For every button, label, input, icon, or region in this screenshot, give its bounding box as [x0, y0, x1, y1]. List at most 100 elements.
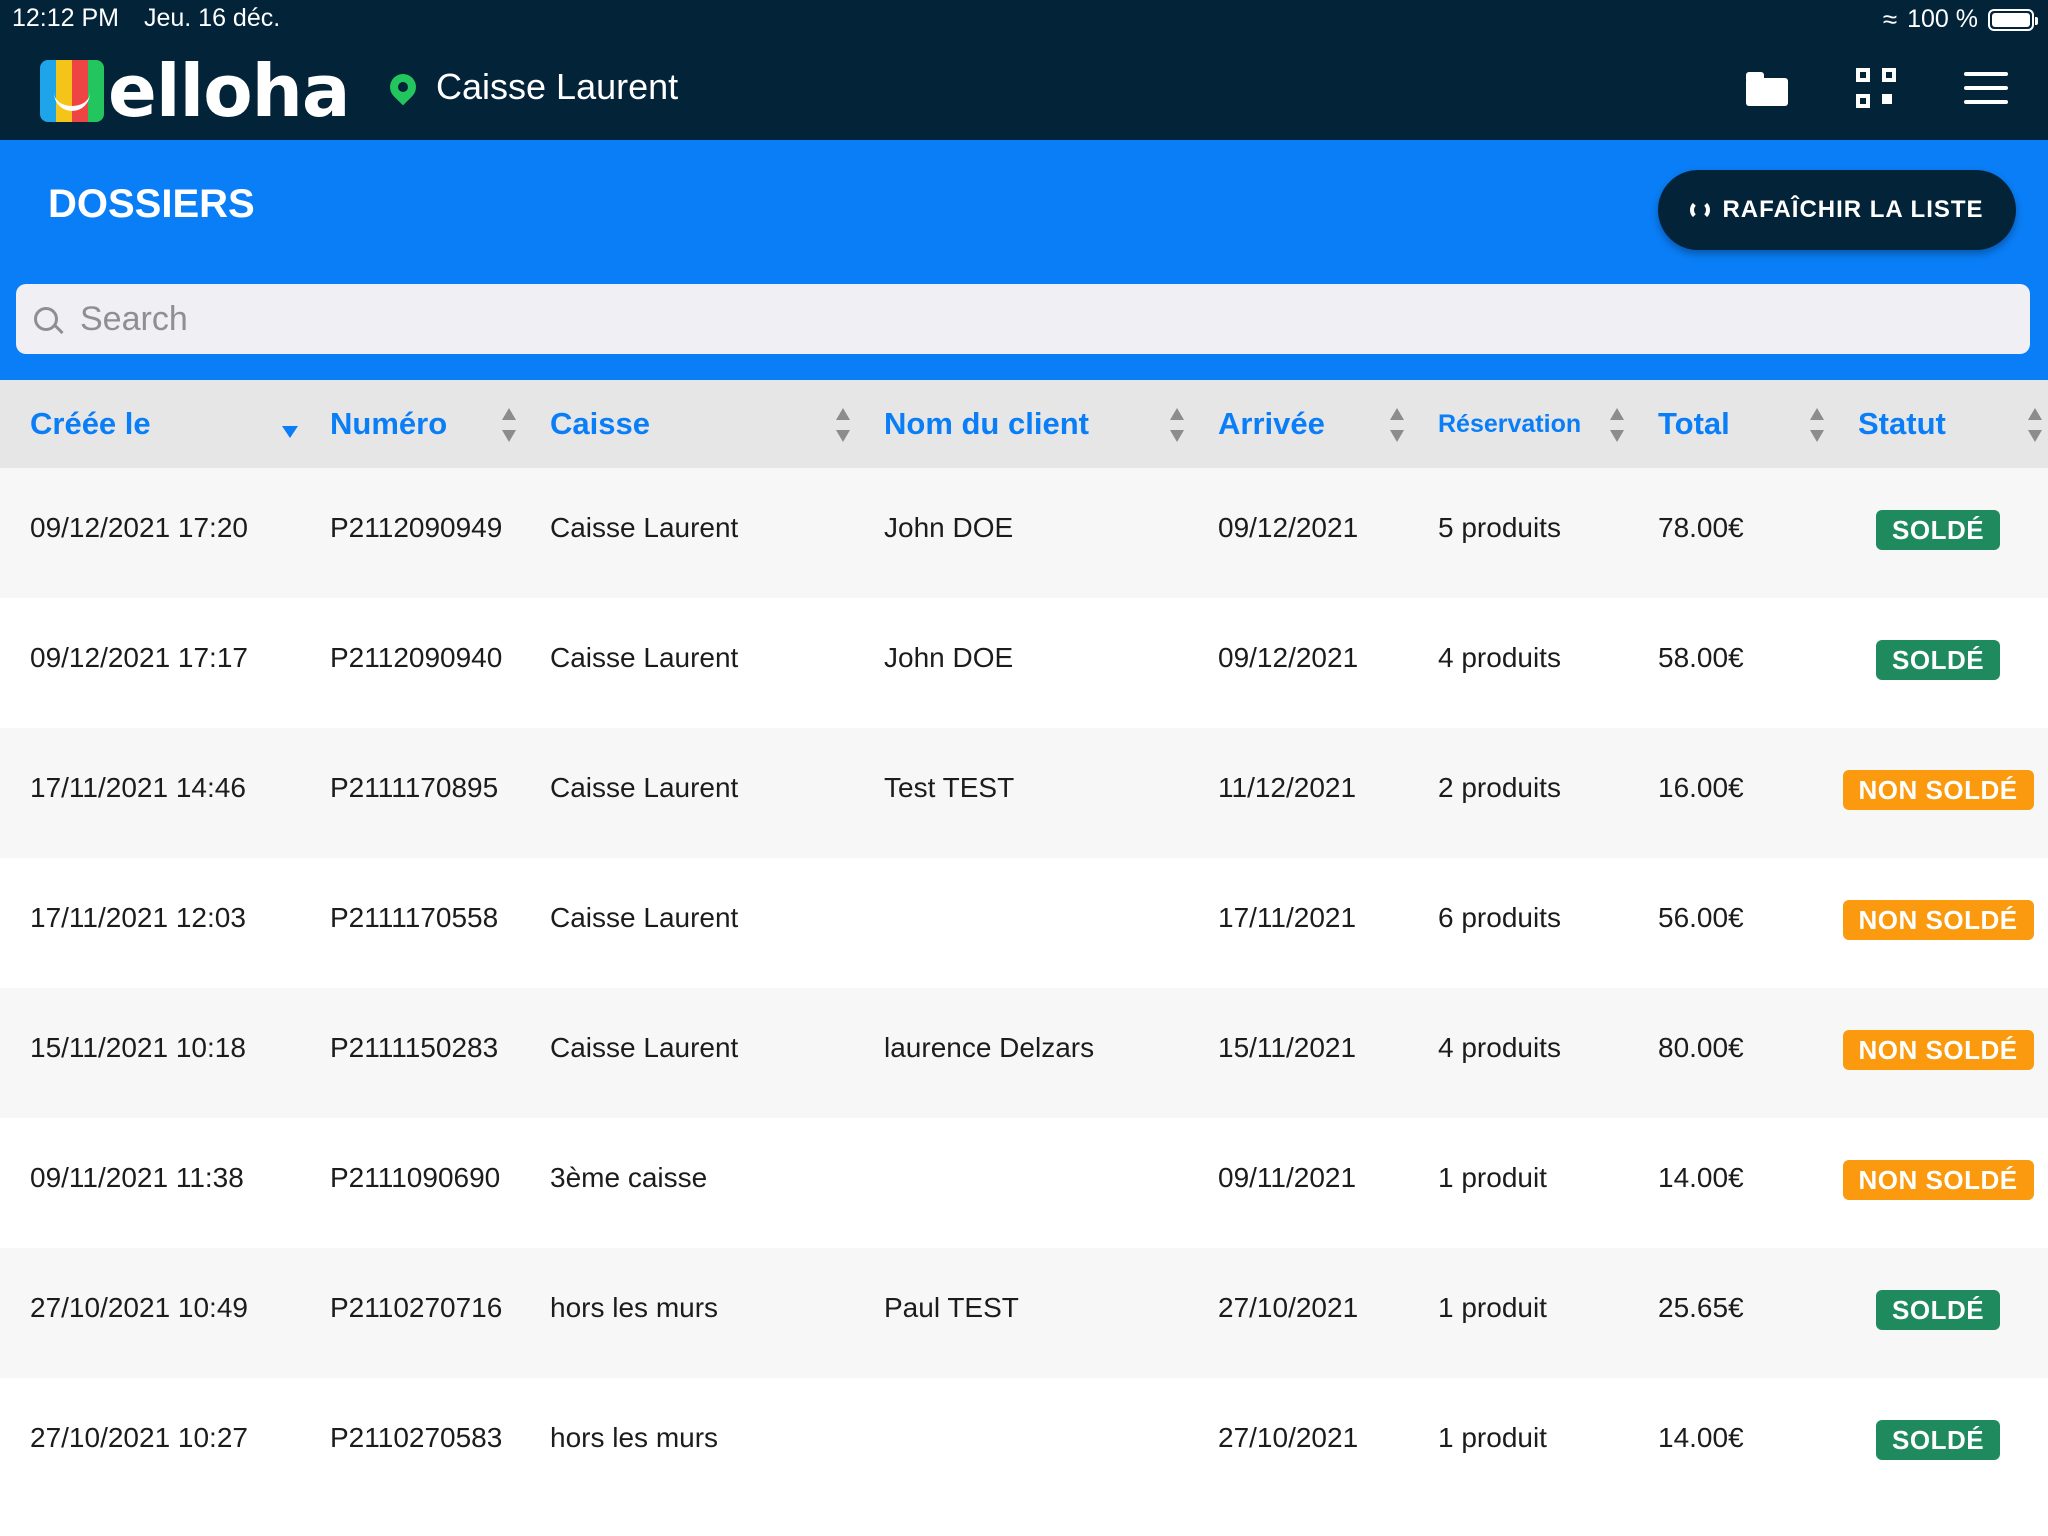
- cell-arrival: 09/11/2021: [1218, 1162, 1357, 1193]
- cell-arrival: 27/10/2021: [1218, 1422, 1359, 1453]
- battery-level: 100 %: [1907, 5, 1978, 33]
- status-time: 12:12 PM: [12, 4, 120, 32]
- cell-arrival: 11/12/2021: [1218, 772, 1357, 803]
- cell-created: 17/11/2021 14:46: [30, 772, 246, 803]
- battery-icon: [1988, 8, 2038, 31]
- location-selector[interactable]: Caisse Laurent: [384, 66, 679, 108]
- logo-mark-icon: [40, 60, 104, 122]
- column-header-total[interactable]: Total: [1658, 380, 1730, 468]
- status-date: Jeu. 16 déc.: [143, 4, 281, 32]
- table-row[interactable]: 17/11/2021 12:03 P2111170558 Caisse Lauren…: [0, 858, 2048, 988]
- table-row[interactable]: 27/10/2021 10:49 P2110270716 hors les murs…: [0, 1248, 2048, 1378]
- cell-arrival: 17/11/2021: [1218, 902, 1357, 933]
- cell-created: 27/10/2021 10:27: [30, 1422, 248, 1453]
- column-header-register[interactable]: Caisse: [550, 380, 650, 468]
- status-badge: SOLDÉ: [1876, 1290, 2001, 1330]
- cell-arrival: 27/10/2021: [1218, 1292, 1359, 1323]
- cell-number: P2110270716: [330, 1292, 503, 1323]
- status-bar-right: ≈ 100 %: [1882, 4, 2038, 35]
- cell-total: 16.00€: [1658, 772, 1744, 803]
- sort-icon[interactable]: [2028, 408, 2042, 442]
- app-header: 12:12 PM Jeu. 16 déc. ≈ 100 % elloha Cai…: [0, 0, 2048, 140]
- search-input[interactable]: [78, 298, 1982, 340]
- cell-booking: 2 produits: [1438, 772, 1561, 803]
- search-bar[interactable]: [16, 284, 2030, 354]
- refresh-list-button[interactable]: RAFAÎCHIR LA LISTE: [1658, 170, 2016, 250]
- cell-client: John DOE: [884, 512, 1014, 543]
- cell-number: P2112090940: [330, 642, 503, 673]
- status-badge: NON SOLDÉ: [1842, 770, 2034, 810]
- cell-total: 58.00€: [1658, 642, 1744, 673]
- search-icon: [34, 307, 58, 331]
- cell-booking: 1 produit: [1438, 1162, 1547, 1193]
- cell-number: P2110270583: [330, 1422, 503, 1453]
- cell-booking: 5 produits: [1438, 512, 1561, 543]
- sort-icon[interactable]: [1390, 408, 1404, 442]
- cell-arrival: 09/12/2021: [1218, 512, 1359, 543]
- cell-register: Caisse Laurent: [550, 902, 739, 933]
- table-row[interactable]: 09/11/2021 11:38 P2111090690 3ème caisse 09…: [0, 1118, 2048, 1248]
- sort-icon[interactable]: [1810, 408, 1824, 442]
- cell-register: 3ème caisse: [550, 1162, 708, 1193]
- column-header-created[interactable]: Créée le: [30, 380, 151, 468]
- column-header-status[interactable]: Statut: [1858, 380, 1946, 468]
- cell-number: P2112090949: [330, 512, 503, 543]
- cell-total: 14.00€: [1658, 1422, 1744, 1453]
- refresh-list-label: RAFAÎCHIR LA LISTE: [1722, 196, 1984, 223]
- cell-total: 78.00€: [1658, 512, 1744, 543]
- location-pin-icon: [384, 68, 422, 106]
- cell-total: 80.00€: [1658, 1032, 1744, 1063]
- folder-icon[interactable]: [1746, 72, 1788, 106]
- table-row[interactable]: 09/12/2021 17:17 P2112090940 Caisse Lauren…: [0, 598, 2048, 728]
- cell-booking: 4 produits: [1438, 1032, 1561, 1063]
- cell-created: 17/11/2021 12:03: [30, 902, 246, 933]
- cell-register: hors les murs: [550, 1422, 719, 1453]
- brand-logo[interactable]: elloha: [40, 49, 350, 133]
- table-row[interactable]: 17/11/2021 14:46 P2111170895 Caisse Lauren…: [0, 728, 2048, 858]
- cell-created: 09/12/2021 17:20: [30, 512, 248, 543]
- sort-icon[interactable]: [502, 408, 516, 442]
- cell-register: Caisse Laurent: [550, 642, 739, 673]
- cell-created: 09/11/2021 11:38: [30, 1162, 244, 1193]
- header-actions: [1746, 68, 2008, 108]
- sort-icon[interactable]: [1610, 408, 1624, 442]
- cell-created: 27/10/2021 10:49: [30, 1292, 248, 1323]
- cell-booking: 4 produits: [1438, 642, 1561, 673]
- column-header-booking[interactable]: Réservation: [1438, 380, 1581, 468]
- page-toolbar: DOSSIERS RAFAÎCHIR LA LISTE: [0, 140, 2048, 380]
- cell-arrival: 15/11/2021: [1218, 1032, 1357, 1063]
- status-badge: SOLDÉ: [1876, 510, 2001, 550]
- cell-number: P2111150283: [330, 1032, 499, 1063]
- table-row[interactable]: 15/11/2021 10:18 P2111150283 Caisse Lauren…: [0, 988, 2048, 1118]
- column-header-client[interactable]: Nom du client: [884, 380, 1089, 468]
- cell-register: Caisse Laurent: [550, 512, 739, 543]
- logo-text: elloha: [108, 49, 350, 133]
- page-title: DOSSIERS: [48, 182, 255, 226]
- status-badge: NON SOLDÉ: [1842, 1160, 2034, 1200]
- qr-code-icon[interactable]: [1856, 68, 1896, 108]
- cell-register: hors les murs: [550, 1292, 719, 1323]
- sort-icon[interactable]: [1170, 408, 1184, 442]
- hamburger-menu-icon[interactable]: [1964, 72, 2008, 104]
- status-bar-left: 12:12 PM Jeu. 16 déc.: [12, 4, 298, 33]
- column-header-arrival[interactable]: Arrivée: [1218, 380, 1325, 468]
- status-badge: SOLDÉ: [1876, 1420, 2001, 1460]
- status-badge: NON SOLDÉ: [1842, 900, 2034, 940]
- location-name: Caisse Laurent: [436, 66, 679, 107]
- cell-client: Paul TEST: [884, 1292, 1019, 1323]
- cell-client: Test TEST: [884, 772, 1015, 803]
- sort-icon[interactable]: [836, 408, 850, 442]
- cell-number: P2111170558: [330, 902, 499, 933]
- cell-booking: 1 produit: [1438, 1292, 1547, 1323]
- column-header-number[interactable]: Numéro: [330, 380, 447, 468]
- table-row[interactable]: 09/12/2021 17:20 P2112090949 Caisse Lauren…: [0, 468, 2048, 598]
- cell-total: 56.00€: [1658, 902, 1744, 933]
- cell-client: John DOE: [884, 642, 1014, 673]
- cell-total: 25.65€: [1658, 1292, 1744, 1323]
- cell-created: 15/11/2021 10:18: [30, 1032, 246, 1063]
- sort-desc-icon[interactable]: [282, 426, 298, 438]
- wifi-icon: ≈: [1882, 4, 1898, 34]
- cell-total: 14.00€: [1658, 1162, 1744, 1193]
- table-row[interactable]: 27/10/2021 10:27 P2110270583 hors les murs…: [0, 1378, 2048, 1508]
- cell-number: P2111170895: [330, 772, 499, 803]
